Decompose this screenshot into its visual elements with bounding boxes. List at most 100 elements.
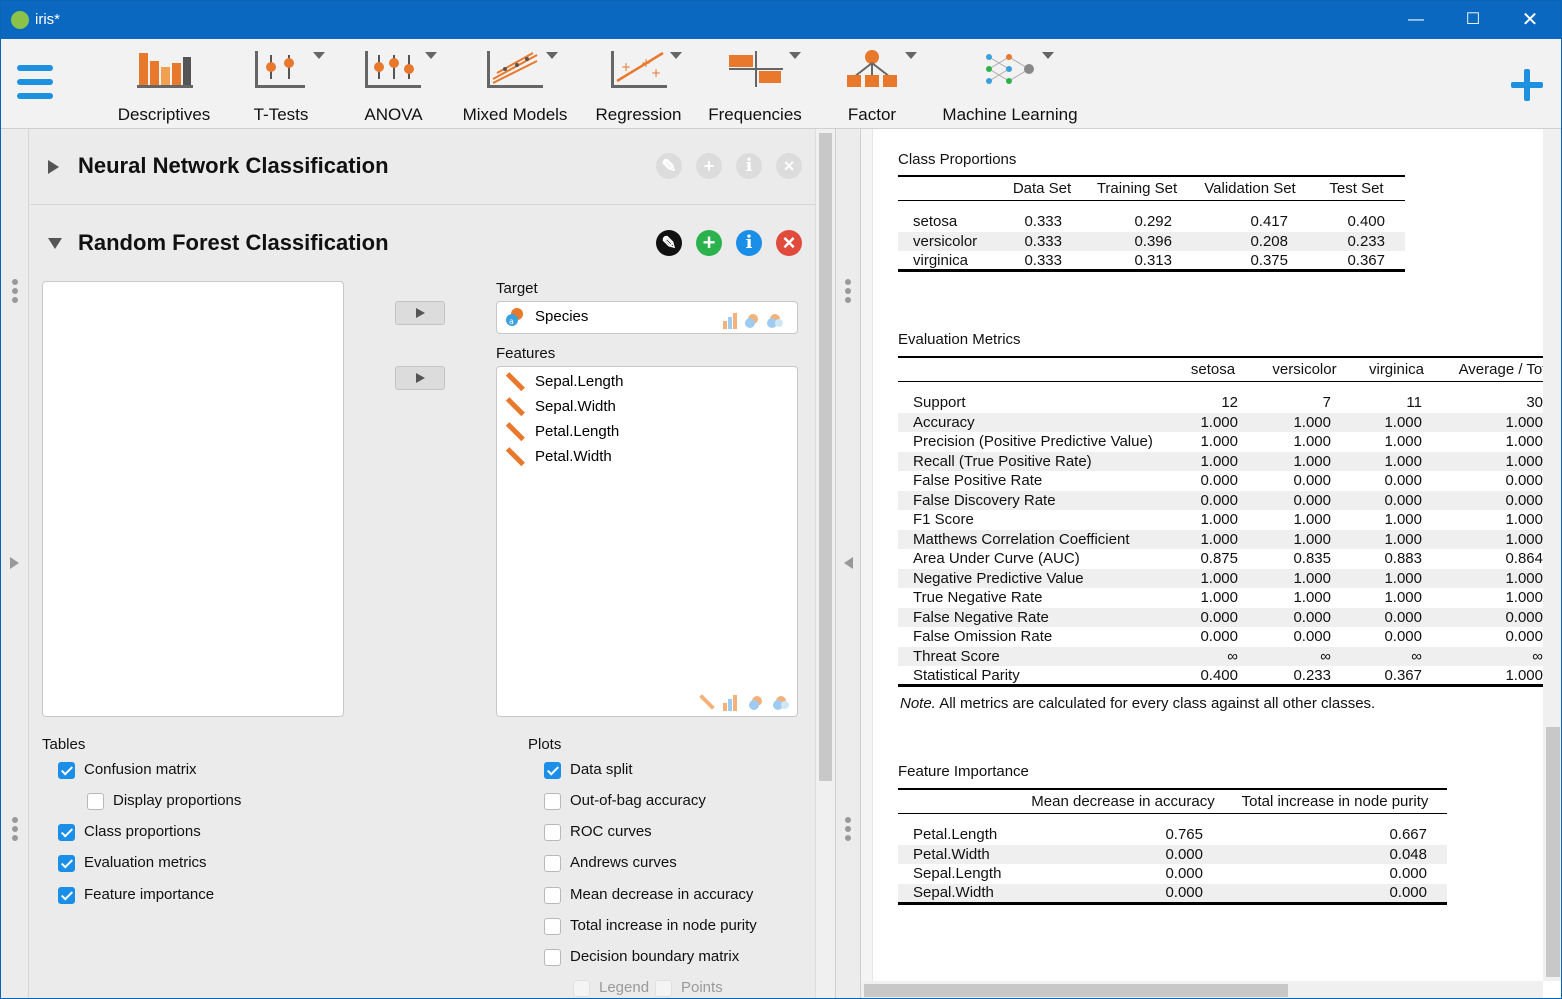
left-gutter[interactable] — [1, 129, 29, 998]
checkbox-icon[interactable] — [544, 792, 561, 810]
remove-analysis-icon[interactable]: × — [776, 153, 802, 179]
plots-section-label: Plots — [528, 736, 562, 753]
edit-title-icon[interactable]: ✎ — [656, 153, 682, 179]
table-row: True Negative Rate 1.000 1.000 1.000 1.000 — [898, 588, 1561, 608]
scrollbar-thumb[interactable] — [1546, 727, 1560, 977]
features-box[interactable]: Sepal.Length Sepal.Width Petal.Length Pe… — [496, 366, 798, 717]
feature-name: Sepal.Width — [535, 397, 616, 415]
edit-title-icon[interactable]: ✎ — [656, 230, 682, 256]
checkbox-icon[interactable] — [87, 792, 104, 810]
row-label: Petal.Width — [898, 844, 1023, 864]
evaluation-metrics-checkbox[interactable]: Evaluation metrics — [58, 854, 207, 876]
frequencies-button[interactable]: Frequencies — [701, 49, 809, 124]
info-icon[interactable]: i — [736, 230, 762, 256]
checkbox-icon[interactable] — [58, 854, 75, 872]
machine-learning-button[interactable]: Machine Learning — [939, 49, 1081, 124]
table-cell: 1.000 — [1351, 529, 1442, 549]
close-window-icon[interactable]: ✕ — [1515, 7, 1545, 33]
checkbox-icon[interactable] — [58, 886, 75, 904]
t-tests-button[interactable]: T-Tests — [241, 49, 325, 124]
target-box[interactable]: a Species — [496, 301, 798, 334]
drag-handle-icon[interactable] — [12, 279, 18, 306]
checkbox-icon[interactable] — [573, 979, 590, 997]
table-cell: 1.000 — [1168, 412, 1258, 432]
remove-analysis-icon[interactable]: × — [776, 230, 802, 256]
available-variables-list[interactable] — [42, 281, 344, 717]
regression-button[interactable]: + + + Regression — [591, 49, 686, 124]
checkbox-icon[interactable] — [544, 948, 561, 966]
plus-icon[interactable] — [1509, 67, 1545, 103]
legend-checkbox[interactable]: Legend — [573, 979, 649, 998]
mixed-models-button[interactable]: Mixed Models — [459, 49, 571, 124]
move-to-target-button[interactable] — [395, 301, 445, 325]
display-proportions-checkbox[interactable]: Display proportions — [87, 792, 241, 814]
drag-handle-icon[interactable] — [12, 817, 18, 844]
table-cell: 1.000 — [1293, 511, 1331, 529]
checkbox-icon[interactable] — [544, 917, 561, 935]
row-label: Area Under Curve (AUC) — [913, 550, 1080, 568]
mean-decrease-accuracy-checkbox[interactable]: Mean decrease in accuracy — [544, 886, 753, 908]
hamburger-icon[interactable] — [17, 65, 53, 99]
out-of-bag-accuracy-checkbox[interactable]: Out-of-bag accuracy — [544, 792, 706, 814]
data-split-checkbox[interactable]: Data split — [544, 761, 633, 783]
duplicate-analysis-icon[interactable]: + — [696, 230, 722, 256]
duplicate-analysis-icon[interactable]: + — [696, 153, 722, 179]
results-vertical-scrollbar[interactable] — [1543, 129, 1561, 981]
checkbox-icon[interactable] — [544, 886, 561, 904]
checkbox-icon[interactable] — [544, 823, 561, 841]
feature-variable[interactable]: Petal.Length — [505, 422, 619, 446]
table-cell: 1.000 — [1168, 529, 1258, 549]
feature-importance-checkbox[interactable]: Feature importance — [58, 886, 214, 908]
scrollbar-thumb[interactable] — [819, 133, 832, 781]
factor-button[interactable]: Factor — [831, 49, 917, 124]
confusion-matrix-checkbox[interactable]: Confusion matrix — [58, 761, 197, 783]
row-label: Negative Predictive Value — [898, 568, 1168, 588]
checkbox-icon[interactable] — [655, 979, 672, 997]
class-proportions-checkbox[interactable]: Class proportions — [58, 823, 201, 845]
checkbox-icon[interactable] — [58, 823, 75, 841]
table-cell: 1.000 — [1384, 589, 1422, 607]
window-title: iris* — [35, 11, 60, 28]
andrews-curves-checkbox[interactable]: Andrews curves — [544, 854, 677, 876]
checkbox-icon[interactable] — [58, 761, 75, 779]
panel-splitter[interactable] — [835, 129, 861, 998]
neural-network-analysis-header[interactable]: Neural Network Classification ✎ + i × — [30, 129, 815, 205]
checkbox-icon[interactable] — [544, 854, 561, 872]
info-icon[interactable]: i — [736, 153, 762, 179]
scrollbar-thumb[interactable] — [864, 984, 1288, 997]
roc-curves-checkbox[interactable]: ROC curves — [544, 823, 652, 845]
expand-data-panel-icon[interactable] — [10, 557, 19, 569]
drag-handle-icon[interactable] — [845, 279, 851, 306]
table-cell: 0.000 — [1258, 490, 1351, 510]
drag-handle-icon[interactable] — [845, 817, 851, 844]
total-increase-node-purity-checkbox[interactable]: Total increase in node purity — [544, 917, 757, 939]
collapsed-triangle-icon[interactable] — [48, 160, 59, 174]
expanded-triangle-icon[interactable] — [48, 238, 62, 249]
results-horizontal-scrollbar[interactable] — [861, 981, 1543, 998]
table-cell: 0.333 — [1024, 213, 1062, 231]
random-forest-analysis-header[interactable]: Random Forest Classification ✎ + i × — [30, 205, 815, 281]
checkbox-icon[interactable] — [544, 761, 561, 779]
ribbon-toolbar: Descriptives T-Tests ANOVA Mixed Models … — [1, 39, 1561, 129]
table-cell: 0.333 — [1002, 231, 1082, 251]
feature-variable[interactable]: Sepal.Width — [505, 397, 616, 421]
maximize-icon[interactable]: ☐ — [1458, 7, 1488, 33]
descriptives-button[interactable]: Descriptives — [109, 49, 219, 124]
feature-variable[interactable]: Sepal.Length — [505, 372, 623, 396]
table-cell: ∞ — [1168, 646, 1258, 666]
anova-button[interactable]: ANOVA — [351, 49, 437, 124]
column-header — [898, 356, 1168, 382]
table-cell: 0.875 — [1200, 550, 1238, 568]
column-header: Total increase in node purity — [1223, 788, 1447, 814]
options-scrollbar[interactable] — [815, 129, 835, 998]
machine-learning-icon — [986, 54, 1034, 84]
decision-boundary-matrix-checkbox[interactable]: Decision boundary matrix — [544, 948, 739, 970]
move-to-features-button[interactable] — [395, 366, 445, 390]
target-variable[interactable]: a Species — [505, 307, 588, 331]
table-cell: 0.000 — [1293, 628, 1331, 646]
minimize-icon[interactable]: — — [1401, 7, 1431, 33]
points-checkbox[interactable]: Points — [655, 979, 723, 998]
collapse-options-icon[interactable] — [844, 557, 853, 569]
allowed-types-icon — [699, 694, 789, 711]
feature-variable[interactable]: Petal.Width — [505, 447, 612, 471]
